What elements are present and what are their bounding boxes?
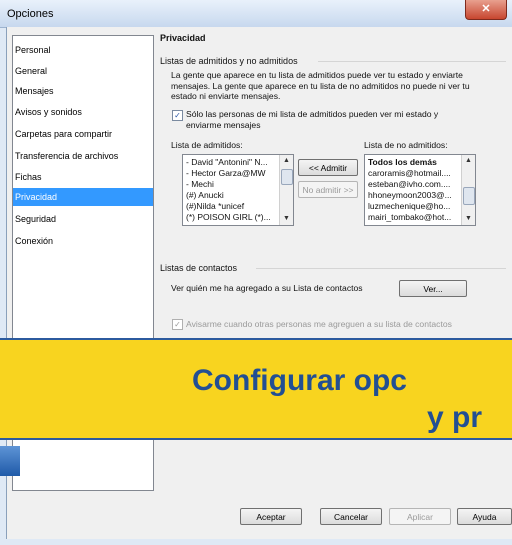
only-allowed-checkbox[interactable]: ✓ [172,110,183,121]
block-scrollbar[interactable]: ▲ ▼ [461,155,475,225]
allow-scrollbar[interactable]: ▲ ▼ [279,155,293,225]
scroll-down-icon[interactable]: ▼ [280,213,293,225]
block-button[interactable]: No admitir >> [298,181,358,198]
sidebar-item-general[interactable]: General [13,62,153,80]
sidebar-item-carpetas[interactable]: Carpetas para compartir [13,125,153,143]
sidebar-item-mensajes[interactable]: Mensajes [13,82,153,100]
list-item[interactable]: mairi_tombako@hot... [365,212,475,223]
apply-button[interactable]: Aplicar [389,508,451,525]
scroll-up-icon[interactable]: ▲ [280,155,293,167]
list-item[interactable]: (*) POISON GIRL (*)... [183,212,293,223]
who-added-label: Ver quién me ha agregado a su Lista de c… [171,283,363,293]
block-list-label: Lista de no admitidos: [364,140,448,150]
admit-button[interactable]: << Admitir [298,159,358,176]
list-item[interactable]: (#) Anucki [183,190,293,201]
list-item[interactable]: Todos los demás [365,157,475,168]
panel-heading: Privacidad [160,33,206,43]
allow-list-label: Lista de admitidos: [171,140,243,150]
check-icon: ✓ [174,320,181,329]
only-allowed-label[interactable]: Sólo las personas de mi lista de admitid… [186,109,456,130]
view-button[interactable]: Ver... [399,280,467,297]
banner-line-1: Configurar opc [192,364,407,397]
list-item[interactable]: (#)Nilda *unicef [183,201,293,212]
allow-description: La gente que aparece en tu lista de admi… [171,70,470,101]
sidebar-item-avisos[interactable]: Avisos y sonidos [13,103,153,121]
sidebar-item-seguridad[interactable]: Seguridad [13,210,153,228]
contacts-group-divider [256,268,506,269]
list-item[interactable]: hhoneymoon2003@... [365,190,475,201]
help-button[interactable]: Ayuda [457,508,512,525]
scroll-thumb[interactable] [281,169,293,185]
close-icon: ✕ [481,3,491,15]
contacts-group-title: Listas de contactos [160,263,238,273]
list-item[interactable]: caroramis@hotmail.... [365,168,475,179]
sidebar-item-transferencia[interactable]: Transferencia de archivos [13,147,153,165]
scroll-thumb[interactable] [463,187,475,205]
scroll-up-icon[interactable]: ▲ [462,155,475,167]
list-item[interactable]: - David "Antonini" N... [183,157,293,168]
cancel-button[interactable]: Cancelar [320,508,382,525]
scroll-down-icon[interactable]: ▼ [462,213,475,225]
check-icon: ✓ [174,111,181,120]
close-button[interactable]: ✕ [465,0,507,20]
list-item[interactable]: luzmechenique@ho... [365,201,475,212]
taskbar-fragment [0,446,20,476]
sidebar-item-fichas[interactable]: Fichas [13,168,153,186]
list-item[interactable]: esteban@ivho.com.... [365,179,475,190]
options-window: Opciones ✕ Personal General Mensajes Avi… [0,0,512,545]
ok-button[interactable]: Aceptar [240,508,302,525]
list-item[interactable]: - Mechi [183,179,293,190]
sidebar-item-conexion[interactable]: Conexión [13,232,153,250]
list-item[interactable]: - Hector Garza@MW [183,168,293,179]
title-bar: Opciones ✕ [0,0,512,28]
allow-listbox[interactable]: - David "Antonini" N... - Hector Garza@M… [182,154,294,226]
sidebar-item-personal[interactable]: Personal [13,41,153,59]
notify-checkbox[interactable]: ✓ [172,319,183,330]
caption-banner: Configurar opc y pr [0,338,512,440]
sidebar-item-privacidad[interactable]: Privacidad [13,188,153,206]
window-title: Opciones [7,8,54,20]
allow-group-divider [318,61,506,62]
allow-group-title: Listas de admitidos y no admitidos [160,56,298,66]
banner-line-2: y pr [427,401,483,434]
block-listbox[interactable]: Todos los demás caroramis@hotmail.... es… [364,154,476,226]
notify-label: Avisarme cuando otras personas me agregu… [186,319,452,329]
